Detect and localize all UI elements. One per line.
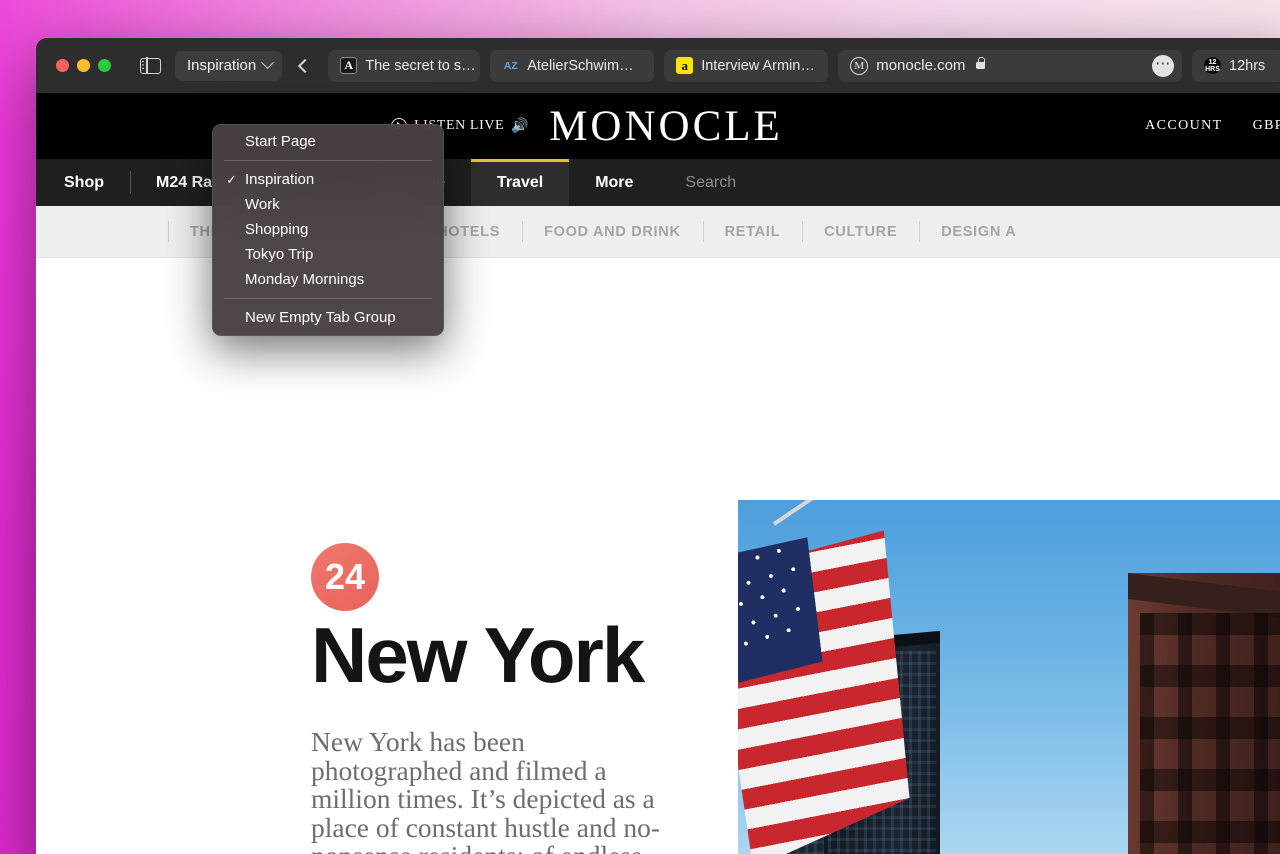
article-body: airav.cc 24 New York New York has been p… [36,258,1280,854]
menu-separator [224,160,432,161]
zoom-window-button[interactable] [98,59,111,72]
subnav-item-culture[interactable]: CULTURE [802,206,919,257]
browser-toolbar: Inspiration A The secret to s… AZ Atelie… [36,38,1280,93]
menu-item-label: Work [245,196,280,213]
tab-group-dropdown-menu: Start Page ✓ Inspiration Work Shopping T… [212,124,444,336]
nav-item-shop[interactable]: Shop [36,159,130,206]
monocle-m-icon: M [850,56,869,75]
menu-item-label: New Empty Tab Group [245,309,396,326]
lock-icon [976,57,986,69]
safari-browser-window: Inspiration A The secret to s… AZ Atelie… [36,38,1280,854]
tab-title: AtelierSchwim… [527,57,634,74]
tab-item-12hrs[interactable]: 12 HRS 12hrs [1192,49,1280,82]
tab-group-button[interactable]: Inspiration [175,50,283,81]
menu-item-label: Monday Mornings [245,271,365,288]
menu-item-monday-mornings[interactable]: Monday Mornings [212,267,444,292]
nav-item-travel[interactable]: Travel [470,159,570,206]
article-headline: New York [311,611,645,699]
tab-item[interactable]: A The secret to s… [328,49,481,82]
menu-item-tokyo-trip[interactable]: Tokyo Trip [212,242,444,267]
address-bar-url: monocle.com [876,57,966,74]
subnav-item-retail[interactable]: RETAIL [702,206,802,257]
minimize-window-button[interactable] [77,59,90,72]
tab-title: 12hrs [1229,57,1266,74]
header-utility-links: ACCOUNT GBP [1145,118,1280,134]
close-window-button[interactable] [56,59,69,72]
menu-item-new-empty-tab-group[interactable]: New Empty Tab Group [212,305,444,330]
subnav-item-design[interactable]: DESIGN A [919,206,1038,257]
check-icon: ✓ [226,171,237,187]
tab-title: The secret to s… [365,57,476,74]
favicon-financial-times-icon: A [340,57,358,74]
tab-item[interactable]: a Interview Armin… [664,49,829,82]
menu-separator [224,298,432,299]
account-link[interactable]: ACCOUNT [1145,118,1222,134]
photo-building-brick [1128,573,1280,854]
menu-item-work[interactable]: Work [212,192,444,217]
tab-item[interactable]: AZ AtelierSchwim… [490,49,655,82]
article-hero-photo: airav.cc [738,500,1280,854]
more-dots-icon[interactable]: ⋯ [1152,54,1174,77]
sidebar-toggle-button[interactable] [135,53,165,79]
back-button[interactable] [292,52,318,80]
menu-item-label: Shopping [245,221,309,238]
favicon-amazon-icon: a [676,57,694,74]
photo-brick-windows [1140,613,1280,854]
favicon-12hrs-icon: 12 HRS [1204,57,1221,74]
sidebar-icon [139,56,161,75]
tab-title: Interview Armin… [701,57,815,74]
menu-item-label: Start Page [245,133,316,150]
site-search-input[interactable]: Search [659,159,762,206]
currency-link[interactable]: GBP [1253,118,1280,134]
menu-item-inspiration[interactable]: ✓ Inspiration [212,167,444,192]
tab-group-label: Inspiration [187,57,257,74]
menu-item-shopping[interactable]: Shopping [212,217,444,242]
window-traffic-lights [56,59,111,72]
menu-item-label: Tokyo Trip [245,246,314,263]
favicon-12hrs-top: 12 [1208,58,1217,66]
favicon-atelier-az-icon: AZ [503,59,518,72]
favicon-12hrs-bottom: HRS [1205,65,1220,73]
menu-item-label: Inspiration [245,171,315,188]
article-number-badge: 24 [311,543,379,611]
chevron-left-icon [298,58,313,73]
address-bar[interactable]: M monocle.com ⋯ [838,49,1182,82]
chevron-down-icon [261,56,275,70]
article-standfirst: New York has been photographed and filme… [311,726,660,854]
subnav-item-food-and-drink[interactable]: FOOD AND DRINK [522,206,703,257]
menu-item-start-page[interactable]: Start Page [212,129,444,154]
nav-item-more[interactable]: More [569,159,659,206]
